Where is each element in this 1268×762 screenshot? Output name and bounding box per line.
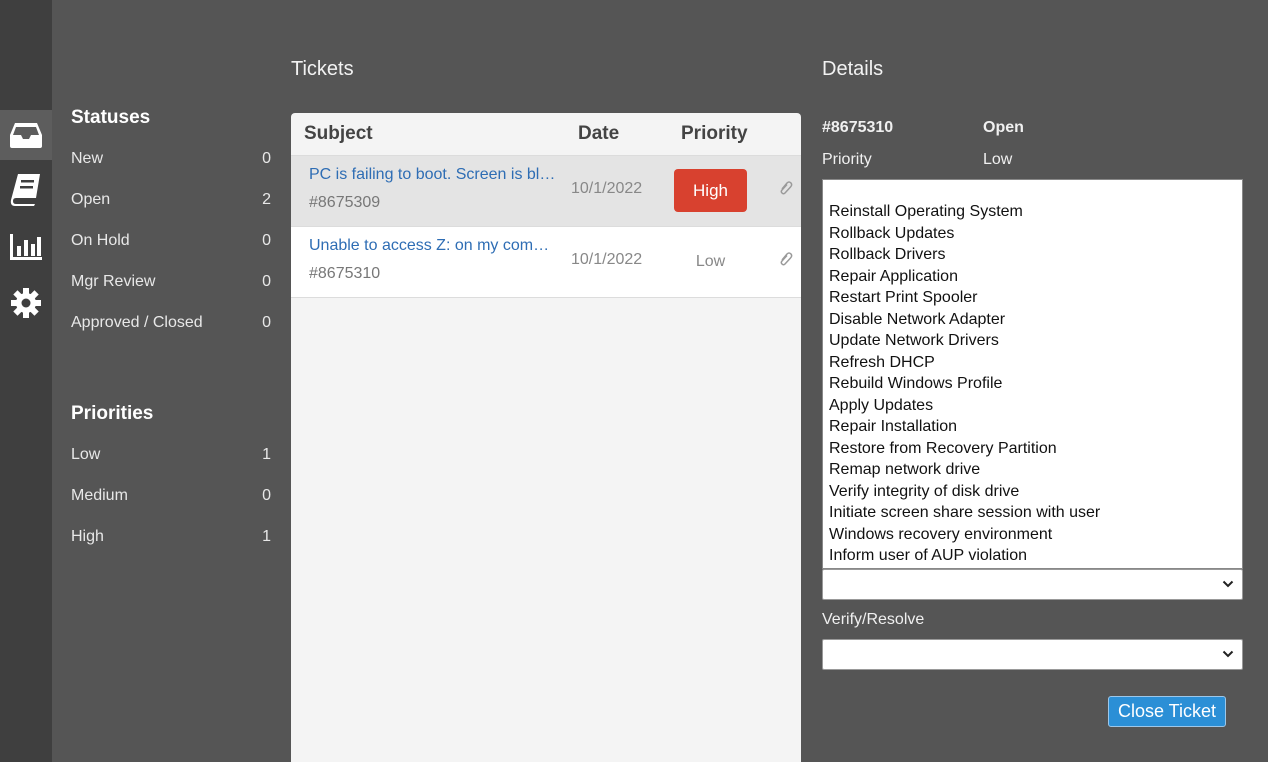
action-option[interactable]: Rebuild Windows Profile: [829, 374, 1002, 394]
ticket-subject-link[interactable]: Unable to access Z: on my computer: [309, 237, 557, 255]
column-header-priority[interactable]: Priority: [681, 123, 748, 145]
tickets-panel: Subject Date Priority PC is failing to b…: [291, 113, 801, 762]
priority-label: High: [71, 528, 104, 545]
chevron-down-icon: [1222, 650, 1234, 658]
priority-low[interactable]: Low 1: [71, 442, 271, 468]
priority-badge: High: [674, 169, 747, 212]
action-option[interactable]: Verify integrity of disk drive: [829, 482, 1019, 502]
rail-settings[interactable]: [0, 278, 52, 328]
action-option[interactable]: Refresh DHCP: [829, 353, 935, 373]
action-option[interactable]: Repair Installation: [829, 417, 957, 437]
action-listbox[interactable]: Reinstall Operating System Rollback Upda…: [822, 179, 1243, 569]
ticket-row[interactable]: Unable to access Z: on my computer #8675…: [291, 226, 801, 298]
status-new[interactable]: New 0: [71, 146, 271, 172]
action-option[interactable]: Apply Updates: [829, 396, 933, 416]
verify-resolve-select[interactable]: [822, 639, 1243, 670]
detail-status: Open: [983, 119, 1024, 136]
detail-priority-label: Priority: [822, 151, 872, 168]
status-label: New: [71, 150, 104, 167]
action-option[interactable]: Initiate screen share session with user: [829, 503, 1100, 523]
priority-count: 1: [262, 528, 271, 545]
priority-count: 0: [262, 487, 271, 504]
status-approved-closed[interactable]: Approved / Closed 0: [71, 310, 271, 336]
action-option[interactable]: Reinstall Operating System: [829, 202, 1023, 222]
statuses-heading: Statuses: [71, 107, 151, 128]
ticket-id: #8675309: [309, 194, 381, 211]
status-label: Open: [71, 191, 111, 208]
status-count: 2: [262, 191, 271, 208]
priority-medium[interactable]: Medium 0: [71, 483, 271, 509]
action-option[interactable]: Inform user of AUP violation: [829, 546, 1027, 566]
icon-rail: [0, 0, 52, 762]
action-option[interactable]: Remap network drive: [829, 460, 980, 480]
status-count: 0: [262, 314, 271, 331]
ticket-row[interactable]: PC is failing to boot. Screen is black #…: [291, 155, 801, 227]
status-label: On Hold: [71, 232, 130, 249]
gear-icon: [11, 288, 41, 318]
book-icon: [10, 174, 40, 206]
rail-inbox[interactable]: [0, 110, 52, 160]
filter-sidebar: Statuses New 0 Open 2 On Hold 0 Mgr Revi…: [52, 0, 280, 762]
status-count: 0: [262, 150, 271, 167]
status-label: Mgr Review: [71, 273, 156, 290]
priority-high[interactable]: High 1: [71, 524, 271, 550]
ticket-date: 10/1/2022: [571, 180, 643, 197]
paperclip-icon[interactable]: [779, 180, 793, 196]
status-open[interactable]: Open 2: [71, 187, 271, 213]
column-header-subject[interactable]: Subject: [304, 123, 373, 145]
status-label: Approved / Closed: [71, 314, 203, 331]
details-title: Details: [822, 58, 884, 80]
status-count: 0: [262, 232, 271, 249]
column-header-date[interactable]: Date: [578, 123, 619, 145]
status-count: 0: [262, 273, 271, 290]
bar-chart-icon: [10, 234, 42, 260]
action-option[interactable]: Disable Network Adapter: [829, 310, 1005, 330]
action-option[interactable]: Windows recovery environment: [829, 525, 1052, 545]
action-option[interactable]: Restore from Recovery Partition: [829, 439, 1057, 459]
priority-count: 1: [262, 446, 271, 463]
priority-label: Medium: [71, 487, 128, 504]
action-option[interactable]: Restart Print Spooler: [829, 288, 978, 308]
action-option[interactable]: Rollback Drivers: [829, 245, 945, 265]
priority-badge: Low: [695, 252, 726, 270]
rail-knowledge[interactable]: [0, 164, 52, 214]
ticket-id: #8675310: [309, 265, 381, 282]
priority-label: Low: [71, 446, 101, 463]
rail-reports[interactable]: [0, 222, 52, 272]
action-option[interactable]: Repair Application: [829, 267, 958, 287]
status-mgr-review[interactable]: Mgr Review 0: [71, 269, 271, 295]
action-option[interactable]: Update Network Drivers: [829, 331, 999, 351]
ticket-date: 10/1/2022: [571, 251, 643, 268]
paperclip-icon[interactable]: [779, 251, 793, 267]
action-select[interactable]: [822, 569, 1243, 600]
inbox-icon: [10, 123, 42, 148]
detail-priority-value: Low: [983, 151, 1013, 168]
tickets-title: Tickets: [291, 58, 354, 80]
action-option[interactable]: Rollback Updates: [829, 224, 954, 244]
ticket-subject-link[interactable]: PC is failing to boot. Screen is black: [309, 166, 557, 184]
verify-resolve-label: Verify/Resolve: [822, 611, 925, 628]
detail-ticket-id: #8675310: [822, 119, 894, 136]
priorities-heading: Priorities: [71, 403, 154, 424]
chevron-down-icon: [1222, 580, 1234, 588]
status-on-hold[interactable]: On Hold 0: [71, 228, 271, 254]
close-ticket-button[interactable]: Close Ticket: [1108, 696, 1226, 727]
